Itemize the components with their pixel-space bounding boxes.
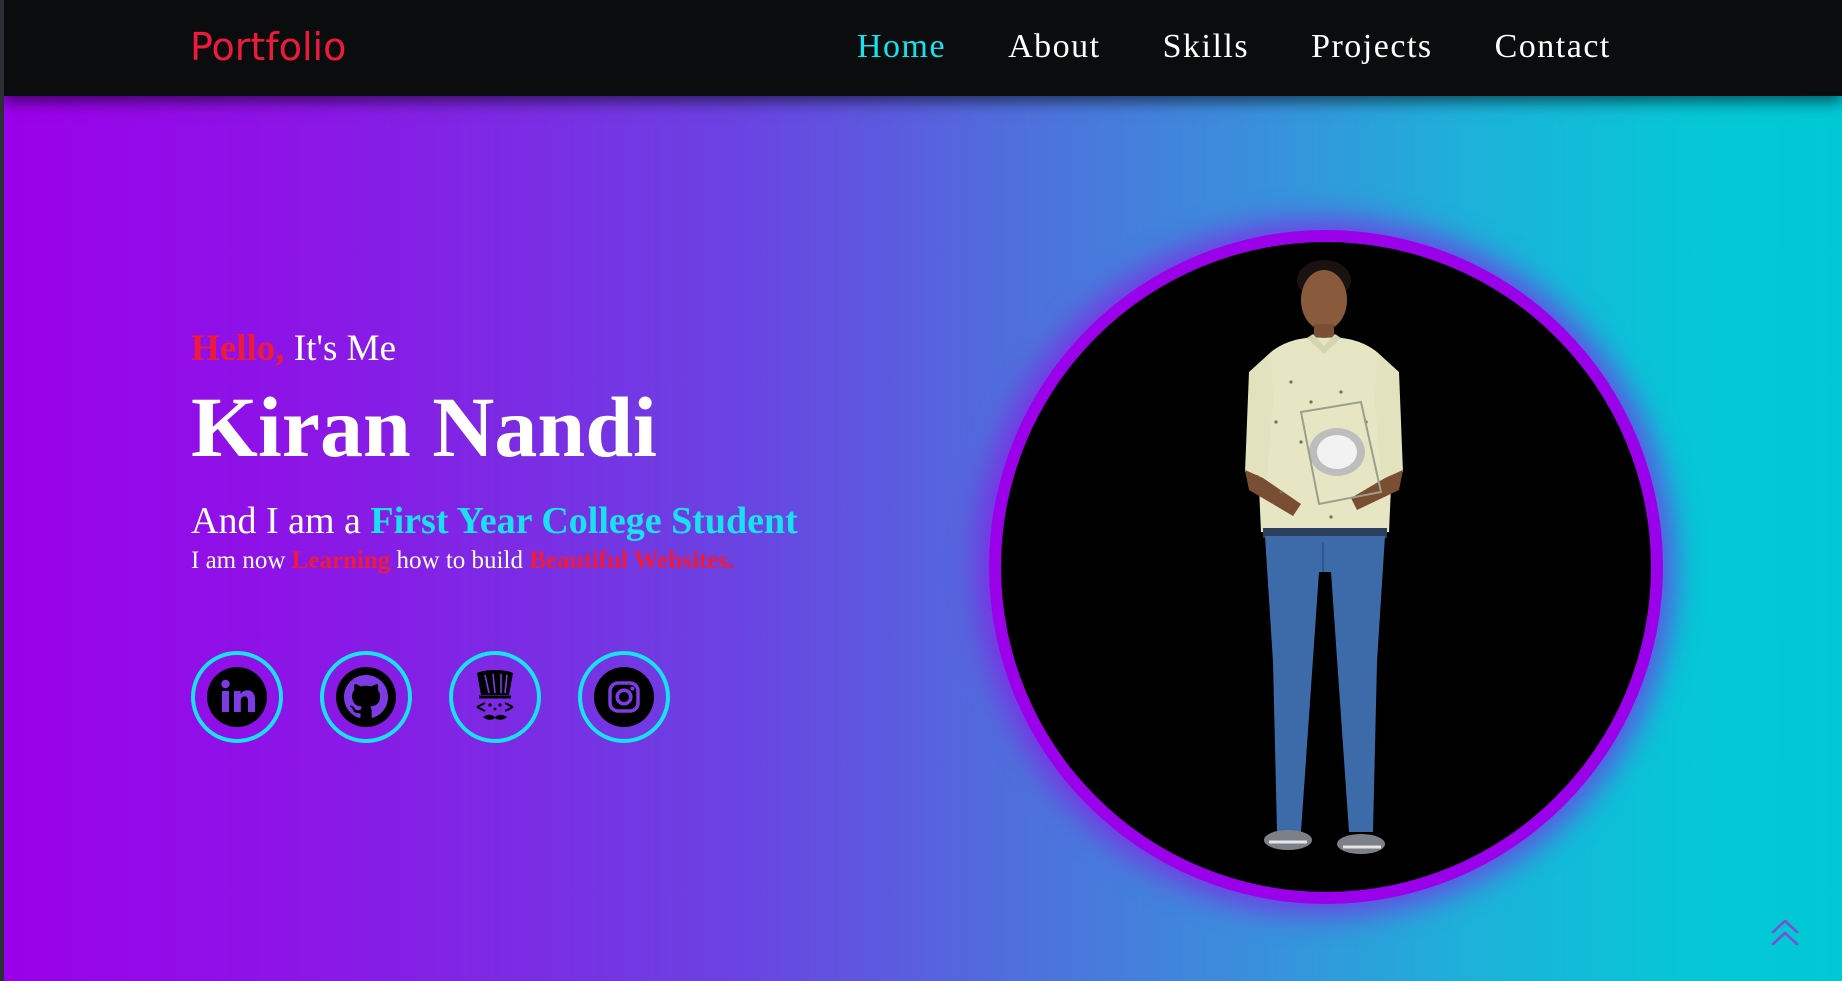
linkedin-icon [207,667,267,727]
role-title: First Year College Student [370,500,798,542]
codechef-link[interactable] [449,651,541,743]
desc-part-1: I am now [191,547,292,574]
double-chevron-up-icon [1771,919,1799,946]
page: Portfolio Home About Skills Projects Con… [4,0,1842,981]
greeting: Hello, It's Me [191,325,911,373]
nav-link-about[interactable]: About [1008,24,1101,70]
greeting-rest: It's Me [284,328,397,369]
profile-photo [1001,242,1651,892]
nav-links: Home About Skills Projects Contact [857,24,1611,70]
github-link[interactable] [320,651,412,743]
instagram-icon [594,667,654,727]
instagram-link[interactable] [578,651,670,743]
person-illustration [1245,260,1403,854]
hero-name: Kiran Nandi [191,379,657,475]
nav-link-home[interactable]: Home [857,24,946,70]
nav-link-skills[interactable]: Skills [1163,24,1249,70]
nav-link-contact[interactable]: Contact [1495,24,1611,70]
role-line: And I am a First Year College Student [191,497,911,545]
profile-photo-frame [989,230,1663,904]
desc-part-2: how to build [390,547,530,574]
linkedin-link[interactable] [191,651,283,743]
nav-link-projects[interactable]: Projects [1311,24,1433,70]
brand-logo[interactable]: Portfolio [190,24,346,70]
github-icon [336,667,396,727]
navbar: Portfolio Home About Skills Projects Con… [4,0,1842,96]
desc-accent-learning: Learning [291,547,391,574]
description-line: I am now Learning how to build Beautiful… [191,545,911,577]
scroll-to-top-button[interactable] [1768,916,1802,950]
desc-accent-websites: Beautiful Websites. [529,547,735,574]
greeting-hello: Hello, [191,328,285,369]
social-links [191,651,670,743]
role-prefix: And I am a [191,500,371,542]
hero-text: Hello, It's Me Kiran Nandi And I am a Fi… [191,325,911,577]
codechef-icon [476,670,514,720]
